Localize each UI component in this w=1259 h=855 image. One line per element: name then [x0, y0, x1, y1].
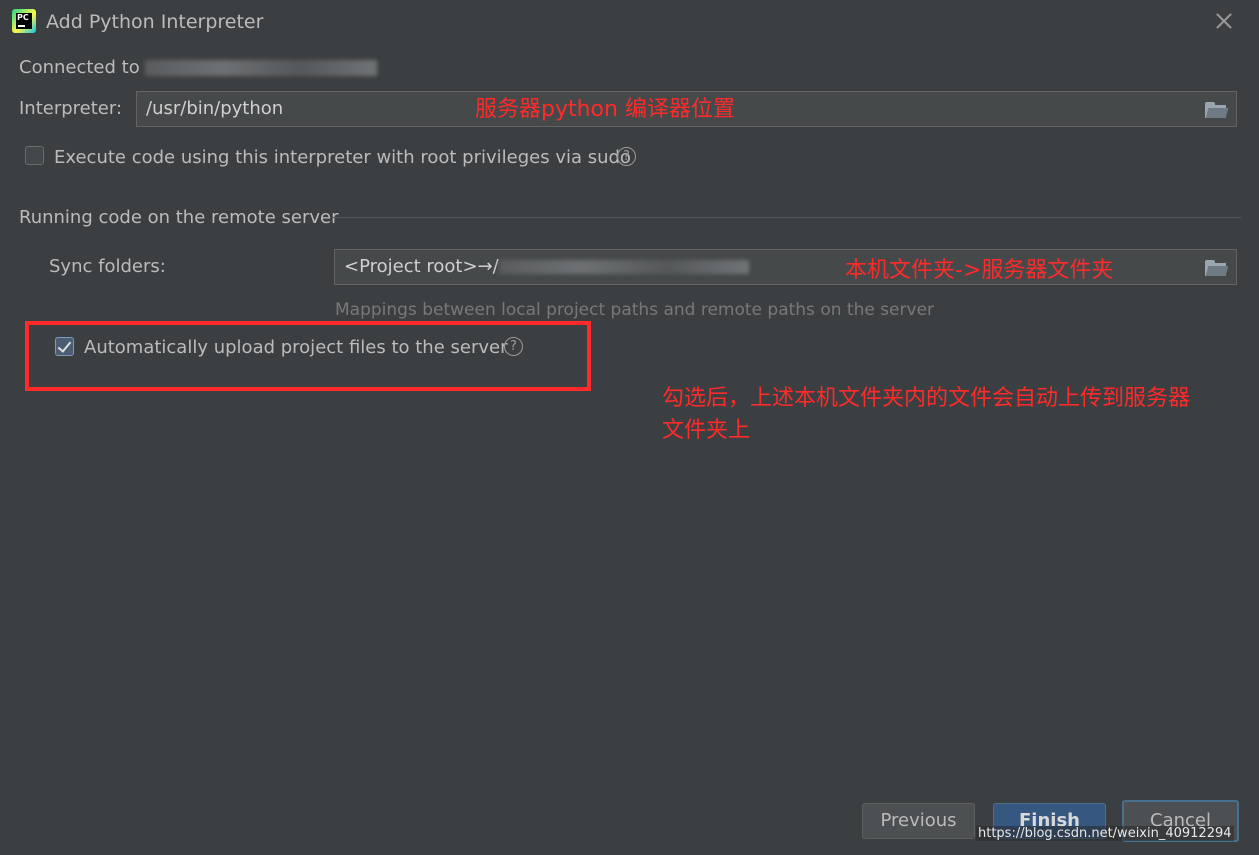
- sudo-label: Execute code using this interpreter with…: [54, 147, 631, 168]
- title-bar: PC Add Python Interpreter: [0, 0, 1259, 46]
- help-icon[interactable]: ?: [617, 147, 636, 166]
- interpreter-label: Interpreter:: [19, 98, 123, 119]
- connection-prefix: Connected to: [19, 57, 146, 78]
- sync-annotation: 本机文件夹->服务器文件夹: [845, 258, 1114, 283]
- close-icon[interactable]: [1212, 9, 1236, 33]
- section-separator: [332, 217, 1241, 218]
- sync-folders-label: Sync folders:: [49, 256, 166, 277]
- auto-upload-checkbox[interactable]: [55, 337, 74, 356]
- auto-upload-annotation-line1: 勾选后，上述本机文件夹内的文件会自动上传到服务器: [662, 386, 1191, 411]
- connection-status: Connected to: [19, 57, 378, 78]
- dialog-title: Add Python Interpreter: [46, 11, 264, 33]
- sync-hint: Mappings between local project paths and…: [335, 300, 935, 320]
- obscured-path: [498, 260, 749, 274]
- auto-upload-label: Automatically upload project files to th…: [84, 337, 508, 358]
- pycharm-logo-icon: PC: [12, 9, 36, 33]
- interpreter-annotation: 服务器python 编译器位置: [475, 97, 735, 122]
- previous-button[interactable]: Previous: [862, 803, 975, 839]
- section-title: Running code on the remote server: [19, 207, 339, 228]
- sudo-checkbox[interactable]: [25, 146, 44, 165]
- auto-upload-annotation-line2: 文件夹上: [662, 418, 751, 443]
- logo-text: PC: [16, 13, 32, 29]
- help-icon[interactable]: ?: [504, 337, 523, 356]
- sync-folders-value: <Project root>→/: [344, 256, 499, 277]
- watermark: https://blog.csdn.net/weixin_40912294: [976, 826, 1234, 841]
- folder-icon[interactable]: [1204, 258, 1229, 276]
- obscured-host: [145, 60, 378, 76]
- interpreter-value: /usr/bin/python: [146, 98, 284, 119]
- folder-icon[interactable]: [1204, 100, 1229, 118]
